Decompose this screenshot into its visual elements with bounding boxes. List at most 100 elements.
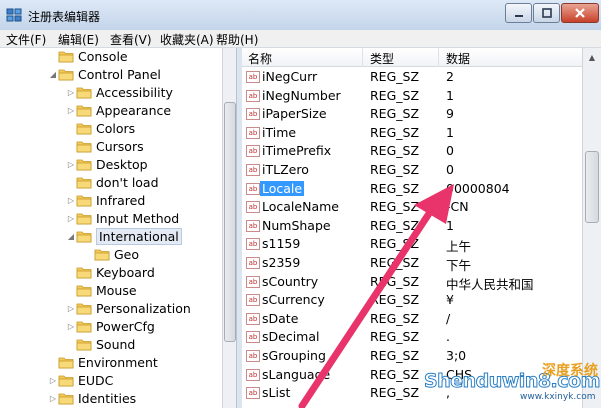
expanded-arrow-icon[interactable]: ◢ xyxy=(66,232,76,241)
value-data: 0 xyxy=(446,162,454,177)
tree-item-label: Colors xyxy=(96,120,136,136)
tree-item-label: Environment xyxy=(78,354,158,370)
value-row[interactable]: ab sDecimal REG_SZ. xyxy=(242,328,582,346)
tree-item-label: Identities xyxy=(78,390,137,406)
menu-favorites[interactable]: 收藏夹(A) xyxy=(160,31,214,48)
value-data: ¥ xyxy=(446,292,454,308)
menu-file[interactable]: 文件(F) xyxy=(6,31,46,48)
value-row[interactable]: ab iTimePrefix REG_SZ 0 xyxy=(242,142,582,160)
collapsed-arrow-icon[interactable]: ▷ xyxy=(66,214,76,223)
string-value-icon: ab xyxy=(246,89,260,102)
value-row[interactable]: ab LocaleName REG_SZ -CN xyxy=(242,198,582,216)
value-row[interactable]: ab sCountry REG_SZ 中华人民共和国 xyxy=(242,273,582,292)
string-value-icon: ab xyxy=(246,126,260,139)
value-row[interactable]: ab s1159 REG_SZ 上午 xyxy=(242,235,582,254)
collapsed-arrow-icon[interactable]: ▷ xyxy=(48,376,58,385)
folder-icon xyxy=(76,285,92,296)
value-data: 00000804 xyxy=(446,180,510,196)
string-value-icon: ab xyxy=(246,201,260,214)
string-value-icon: ab xyxy=(246,108,260,121)
tree-item[interactable]: ▷ Infrared xyxy=(66,191,145,209)
collapsed-arrow-icon[interactable]: ▷ xyxy=(66,106,76,115)
tree-item[interactable]: Sound xyxy=(66,335,135,353)
tree-item[interactable]: Cursors xyxy=(66,137,144,155)
expanded-arrow-icon[interactable]: ◢ xyxy=(48,70,58,79)
menu-edit[interactable]: 编辑(E) xyxy=(58,31,99,48)
value-row[interactable]: ab iNegNumber REG_SZ 1 xyxy=(242,87,582,105)
string-value-icon: ab xyxy=(246,331,260,344)
tree-item-label: Geo xyxy=(114,246,140,262)
column-header-data[interactable]: 数据 xyxy=(446,50,470,67)
folder-icon xyxy=(76,195,92,206)
value-data: . xyxy=(446,329,450,345)
maximize-button[interactable] xyxy=(533,3,560,23)
tree-scrollbar[interactable] xyxy=(222,48,236,408)
tree-item[interactable]: ▷ Appearance xyxy=(66,101,171,119)
value-row[interactable]: ab iTime REG_SZ 1 xyxy=(242,124,582,142)
tree-item[interactable]: ▷ Input Method xyxy=(66,209,179,227)
column-header-type[interactable]: 类型 xyxy=(370,50,394,67)
tree-item[interactable]: ▷ Accessibility xyxy=(66,83,173,101)
tree-item[interactable]: Colors xyxy=(66,119,135,137)
registry-value-list[interactable]: 名称 类型 数据 ab iNegCurr REG_SZ 2 ab iNegNumber RE… xyxy=(242,48,582,408)
collapsed-arrow-icon[interactable]: ▷ xyxy=(66,304,76,313)
tree-item[interactable]: don't load xyxy=(66,173,159,191)
column-header-name[interactable]: 名称 xyxy=(248,50,272,67)
folder-icon xyxy=(76,213,92,224)
collapsed-arrow-icon[interactable]: ▷ xyxy=(48,394,58,403)
value-type: REG_SZ xyxy=(370,310,420,326)
folder-icon xyxy=(58,357,74,368)
value-row[interactable]: ab Locale REG_SZ 00000804 xyxy=(242,180,582,198)
registry-key-tree[interactable]: Console ◢ Control Panel ▷ Accessibility ▷ Appe… xyxy=(0,48,222,408)
tree-item[interactable]: ▷ Personalization xyxy=(66,299,191,317)
title-bar[interactable]: 注册表编辑器 xyxy=(0,0,601,30)
collapsed-arrow-icon[interactable]: ▷ xyxy=(66,88,76,97)
tree-item[interactable]: ◢ International xyxy=(66,227,182,245)
column-separator[interactable] xyxy=(438,48,439,67)
value-name: sList xyxy=(262,385,291,401)
tree-item[interactable]: ▷ EUDC xyxy=(48,371,113,389)
tree-item[interactable]: Console xyxy=(48,48,128,65)
value-row[interactable]: ab iPaperSize REG_SZ 9 xyxy=(242,105,582,123)
value-type: REG_SZ xyxy=(370,385,420,401)
close-button[interactable] xyxy=(561,3,599,23)
tree-item[interactable]: ▷ Desktop xyxy=(66,155,148,173)
value-name: NumShape xyxy=(262,217,331,233)
value-data: 1 xyxy=(446,87,454,103)
value-type: REG_SZ xyxy=(370,162,420,177)
folder-icon xyxy=(76,303,92,314)
folder-icon xyxy=(58,375,74,386)
value-type: REG_SZ xyxy=(370,69,420,84)
list-scrollbar[interactable]: ▲ xyxy=(582,48,601,408)
value-row[interactable]: ab sDate REG_SZ / xyxy=(242,310,582,328)
value-row[interactable]: ab iTLZero REG_SZ 0 xyxy=(242,161,582,179)
value-name: iNegNumber xyxy=(262,87,341,103)
tree-item[interactable]: Environment xyxy=(48,353,158,371)
value-data: -CN xyxy=(446,199,469,215)
value-name: iTimePrefix xyxy=(262,143,332,159)
tree-scrollbar-thumb[interactable] xyxy=(224,102,236,342)
minimize-button[interactable] xyxy=(505,3,532,23)
value-name: Locale xyxy=(260,180,305,196)
tree-item[interactable]: ▷ Identities xyxy=(48,389,136,407)
collapsed-arrow-icon[interactable]: ▷ xyxy=(66,160,76,169)
value-row[interactable]: ab sCurrency REG_SZ ¥ xyxy=(242,291,582,309)
value-row[interactable]: ab iNegCurr REG_SZ 2 xyxy=(242,68,582,86)
string-value-icon: ab xyxy=(246,312,260,325)
value-row[interactable]: ab s2359 REG_SZ 下午 xyxy=(242,254,582,273)
menu-view[interactable]: 查看(V) xyxy=(110,31,152,48)
column-separator[interactable] xyxy=(362,48,363,67)
folder-icon xyxy=(76,231,92,242)
collapsed-arrow-icon[interactable]: ▷ xyxy=(66,322,76,331)
tree-item[interactable]: ◢ Control Panel xyxy=(48,65,161,83)
value-row[interactable]: ab NumShape REG_SZ 1 xyxy=(242,217,582,235)
tree-item[interactable]: Geo xyxy=(84,245,139,263)
value-row[interactable]: ab sGrouping REG_SZ 3;0 xyxy=(242,347,582,365)
collapsed-arrow-icon[interactable]: ▷ xyxy=(66,196,76,205)
list-scrollbar-thumb[interactable] xyxy=(585,151,599,223)
tree-item[interactable]: Mouse xyxy=(66,281,137,299)
tree-item[interactable]: ▷ PowerCfg xyxy=(66,317,155,335)
menu-help[interactable]: 帮助(H) xyxy=(216,31,258,48)
tree-item[interactable]: Keyboard xyxy=(66,263,155,281)
scroll-up-icon[interactable]: ▲ xyxy=(585,51,599,65)
